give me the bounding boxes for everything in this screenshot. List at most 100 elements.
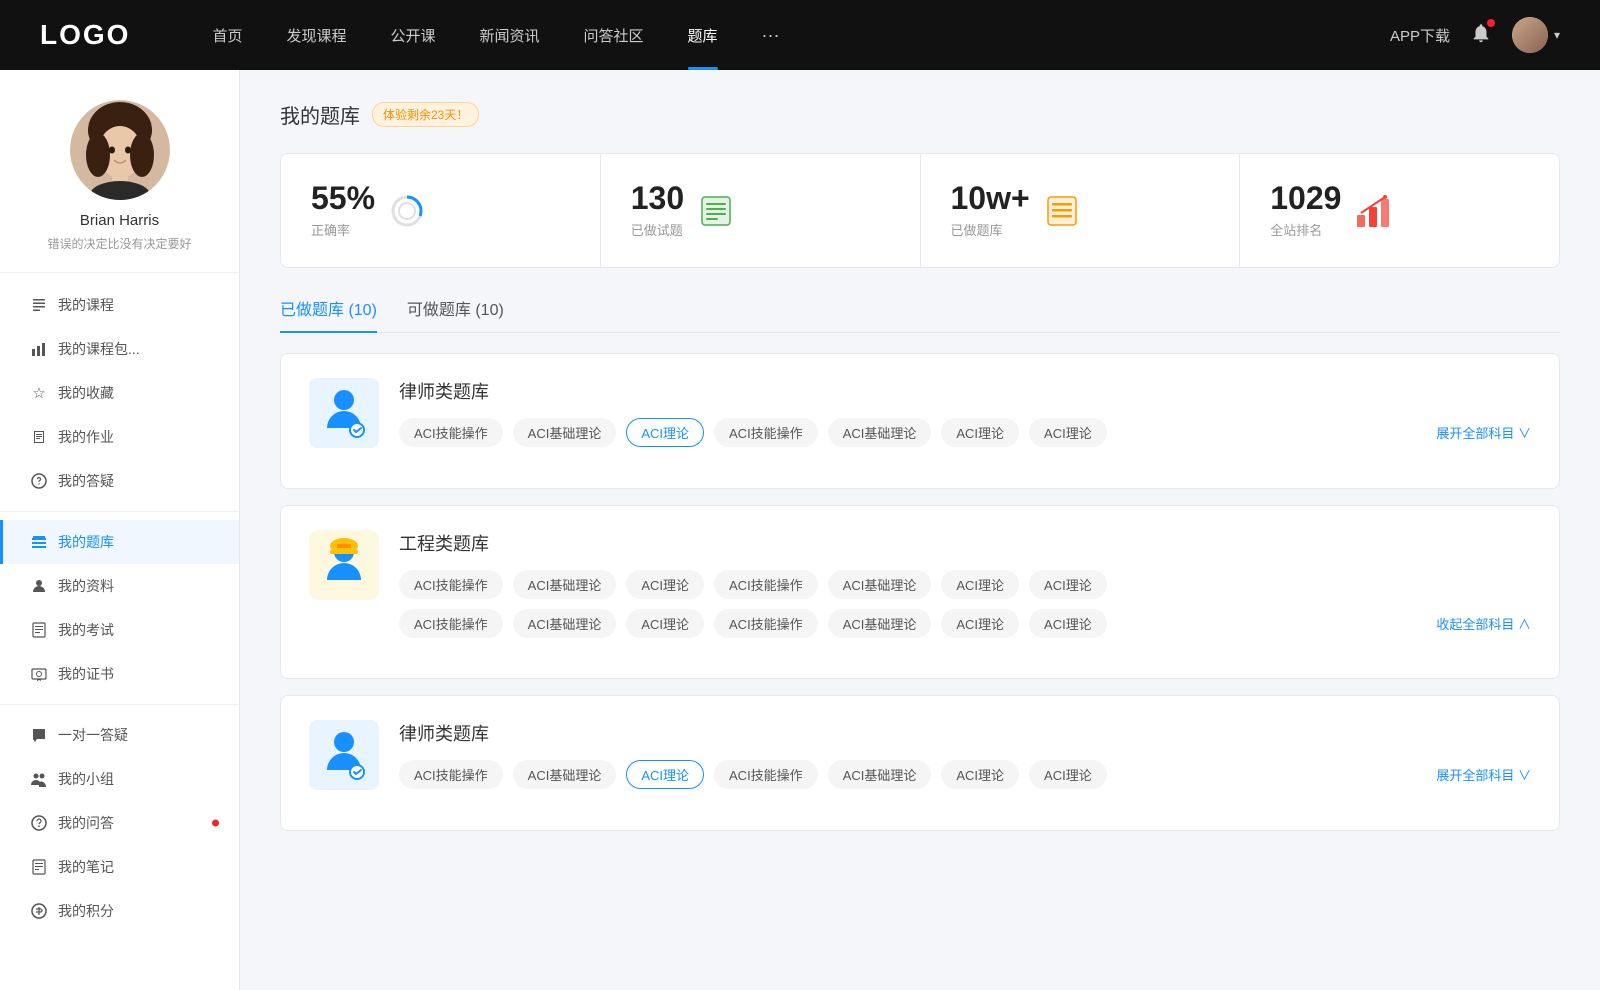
- tag-active[interactable]: ACI理论: [626, 418, 704, 447]
- sidebar-item-label: 我的证书: [58, 664, 114, 684]
- stat-rank-value: 1029: [1270, 182, 1341, 214]
- stat-done-questions: 130 已做试题: [601, 154, 921, 267]
- user-avatar-menu[interactable]: ▾: [1512, 17, 1560, 53]
- sidebar-item-question-bank[interactable]: 我的题库: [0, 520, 239, 564]
- qbank-title-2: 工程类题库: [399, 530, 1531, 556]
- sidebar-item-qa-answer[interactable]: 我的答疑: [0, 459, 239, 503]
- sidebar-item-favorites[interactable]: ☆ 我的收藏: [0, 371, 239, 415]
- nav-more[interactable]: ···: [740, 25, 802, 46]
- sidebar-item-exam[interactable]: 我的考试: [0, 608, 239, 652]
- tag[interactable]: ACI理论: [626, 609, 704, 638]
- notification-badge: [1487, 19, 1495, 27]
- tag[interactable]: ACI基础理论: [828, 570, 932, 599]
- tab-available-banks[interactable]: 可做题库 (10): [407, 296, 504, 332]
- tag[interactable]: ACI基础理论: [828, 418, 932, 447]
- stat-done-questions-text: 130 已做试题: [631, 182, 684, 239]
- tag[interactable]: ACI基础理论: [828, 760, 932, 789]
- chevron-down-icon: ▾: [1554, 28, 1560, 42]
- logo[interactable]: LOGO: [40, 19, 130, 51]
- qbank-title: 律师类题库: [399, 378, 1531, 404]
- tag[interactable]: ACI理论: [941, 609, 1019, 638]
- tag-active[interactable]: ACI理论: [626, 760, 704, 789]
- tag[interactable]: ACI基础理论: [828, 609, 932, 638]
- tag[interactable]: ACI技能操作: [714, 609, 818, 638]
- sidebar-item-label: 我的课程: [58, 295, 114, 315]
- tags-row-eng-1: ACI技能操作 ACI基础理论 ACI理论 ACI技能操作 ACI基础理论 AC…: [399, 570, 1531, 599]
- tag[interactable]: ACI基础理论: [513, 760, 617, 789]
- tag[interactable]: ACI技能操作: [399, 418, 503, 447]
- sidebar-item-label: 我的资料: [58, 576, 114, 596]
- sidebar-item-homework[interactable]: 我的作业: [0, 415, 239, 459]
- tag[interactable]: ACI基础理论: [513, 570, 617, 599]
- sidebar-item-points[interactable]: 我的积分: [0, 889, 239, 933]
- qbank-info: 律师类题库 ACI技能操作 ACI基础理论 ACI理论 ACI技能操作 ACI基…: [399, 378, 1531, 447]
- tag[interactable]: ACI技能操作: [399, 609, 503, 638]
- divider: [0, 511, 239, 512]
- qbank-card-lawyer-2: 律师类题库 ACI技能操作 ACI基础理论 ACI理论 ACI技能操作 ACI基…: [280, 695, 1560, 831]
- sidebar-item-tutoring[interactable]: 一对一答疑: [0, 713, 239, 757]
- trial-badge: 体验剩余23天！: [372, 102, 479, 127]
- sidebar-item-certificate[interactable]: 我的证书: [0, 652, 239, 696]
- expand-link-3[interactable]: 展开全部科目 ∨: [1436, 765, 1531, 784]
- header-right: APP下载 ▾: [1390, 17, 1560, 53]
- sidebar-item-group[interactable]: 我的小组: [0, 757, 239, 801]
- tag[interactable]: ACI技能操作: [399, 760, 503, 789]
- divider2: [0, 704, 239, 705]
- tag[interactable]: ACI理论: [1029, 760, 1107, 789]
- tag[interactable]: ACI理论: [941, 570, 1019, 599]
- qbank-icon-lawyer-2: [309, 720, 379, 790]
- nav-home[interactable]: 首页: [190, 0, 264, 70]
- nav-question-bank[interactable]: 题库: [666, 0, 740, 70]
- tag[interactable]: ACI基础理论: [513, 418, 617, 447]
- profile-motto: 错误的决定比没有决定要好: [47, 235, 191, 252]
- tab-done-banks[interactable]: 已做题库 (10): [280, 296, 377, 332]
- tag[interactable]: ACI基础理论: [513, 609, 617, 638]
- sidebar-item-course-package[interactable]: 我的课程包...: [0, 327, 239, 371]
- points-icon: [30, 902, 48, 920]
- stat-rank-label: 全站排名: [1270, 220, 1341, 239]
- page-header: 我的题库 体验剩余23天！: [280, 100, 1560, 129]
- notes-icon: [30, 858, 48, 876]
- tags-row-eng-2: ACI技能操作 ACI基础理论 ACI理论 ACI技能操作 ACI基础理论 AC…: [399, 609, 1531, 638]
- qbank-info-2: 工程类题库 ACI技能操作 ACI基础理论 ACI理论 ACI技能操作 ACI基…: [399, 530, 1531, 638]
- stat-accuracy-text: 55% 正确率: [311, 182, 375, 239]
- stat-done-banks-text: 10w+ 已做题库: [951, 182, 1030, 239]
- sidebar-item-my-data[interactable]: 我的资料: [0, 564, 239, 608]
- header: LOGO 首页 发现课程 公开课 新闻资讯 问答社区 题库 ··· APP下载 …: [0, 0, 1600, 70]
- tag[interactable]: ACI技能操作: [714, 418, 818, 447]
- course-icon: [30, 296, 48, 314]
- sidebar-item-my-course[interactable]: 我的课程: [0, 283, 239, 327]
- sidebar-item-notes[interactable]: 我的笔记: [0, 845, 239, 889]
- sidebar-item-label: 我的作业: [58, 427, 114, 447]
- qbank-header-3: 律师类题库 ACI技能操作 ACI基础理论 ACI理论 ACI技能操作 ACI基…: [309, 720, 1531, 790]
- bank-icon: [30, 533, 48, 551]
- app-download-button[interactable]: APP下载: [1390, 25, 1450, 46]
- collapse-link[interactable]: 收起全部科目 ∧: [1436, 614, 1531, 633]
- expand-link[interactable]: 展开全部科目 ∨: [1436, 423, 1531, 442]
- sidebar-item-my-qa[interactable]: 我的问答: [0, 801, 239, 845]
- tag[interactable]: ACI技能操作: [714, 570, 818, 599]
- bar-chart-icon: [30, 340, 48, 358]
- sidebar-item-label: 我的问答: [58, 813, 114, 833]
- tag[interactable]: ACI理论: [1029, 609, 1107, 638]
- tag[interactable]: ACI理论: [941, 418, 1019, 447]
- nav-qa[interactable]: 问答社区: [562, 0, 666, 70]
- tag[interactable]: ACI理论: [626, 570, 704, 599]
- qbank-title-3: 律师类题库: [399, 720, 1531, 746]
- nav-news[interactable]: 新闻资讯: [458, 0, 562, 70]
- tag[interactable]: ACI理论: [1029, 570, 1107, 599]
- sidebar-item-label: 我的积分: [58, 901, 114, 921]
- stat-site-rank: 1029 全站排名: [1240, 154, 1559, 267]
- tag[interactable]: ACI理论: [941, 760, 1019, 789]
- tag[interactable]: ACI技能操作: [399, 570, 503, 599]
- notification-bell[interactable]: [1470, 22, 1492, 49]
- nav-open-course[interactable]: 公开课: [368, 0, 457, 70]
- tabs-row: 已做题库 (10) 可做题库 (10): [280, 296, 1560, 333]
- nav-discover[interactable]: 发现课程: [264, 0, 368, 70]
- avatar: [1512, 17, 1548, 53]
- qbank-header: 律师类题库 ACI技能操作 ACI基础理论 ACI理论 ACI技能操作 ACI基…: [309, 378, 1531, 448]
- tag[interactable]: ACI技能操作: [714, 760, 818, 789]
- stat-banks-value: 10w+: [951, 182, 1030, 214]
- profile-name: Brian Harris: [80, 212, 159, 229]
- tag[interactable]: ACI理论: [1029, 418, 1107, 447]
